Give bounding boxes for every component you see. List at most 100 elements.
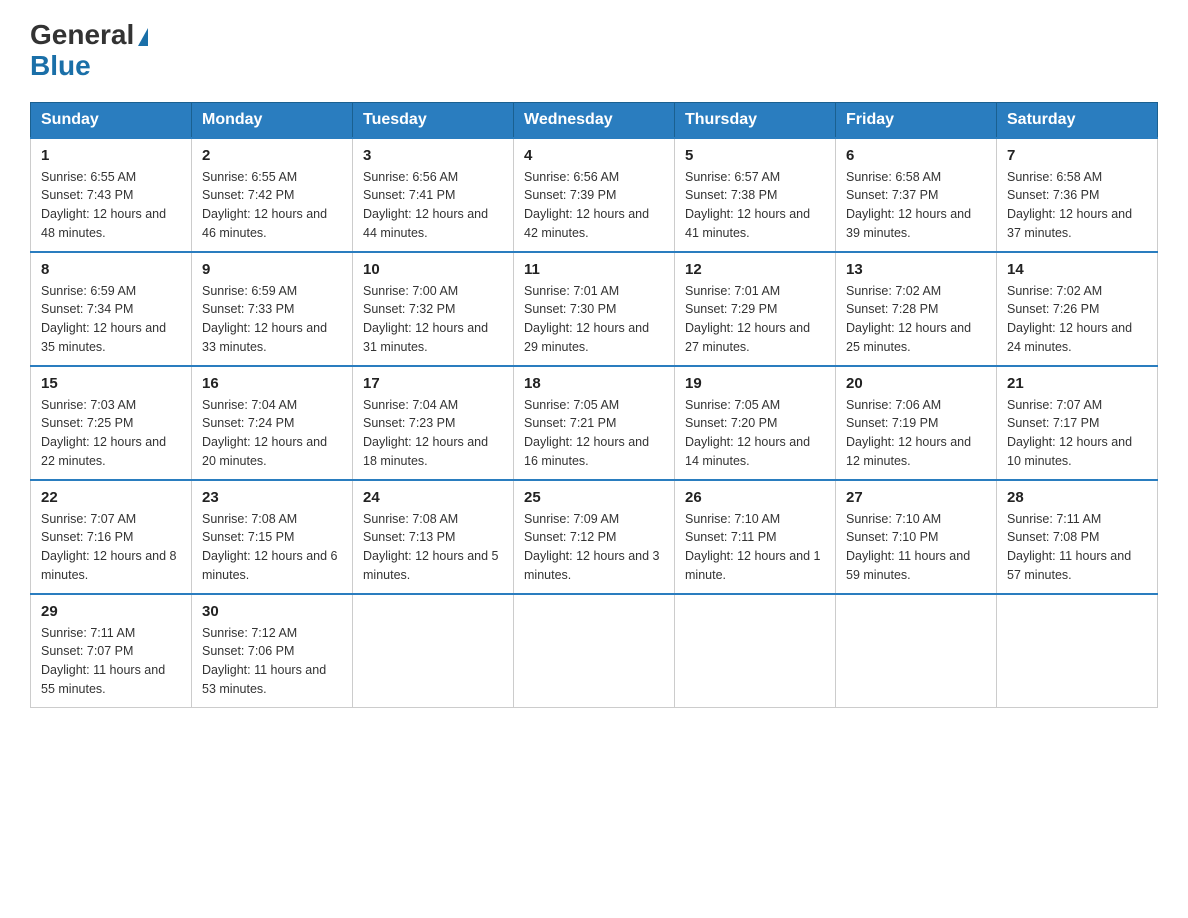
calendar-week-row: 15 Sunrise: 7:03 AMSunset: 7:25 PMDayligh… <box>31 366 1158 480</box>
day-of-week-header: Monday <box>192 102 353 138</box>
day-info: Sunrise: 7:02 AMSunset: 7:26 PMDaylight:… <box>1007 282 1147 357</box>
calendar-day-cell: 3 Sunrise: 6:56 AMSunset: 7:41 PMDaylight… <box>353 138 514 252</box>
day-info: Sunrise: 6:56 AMSunset: 7:41 PMDaylight:… <box>363 168 503 243</box>
day-number: 8 <box>41 261 181 278</box>
calendar-day-cell <box>675 594 836 708</box>
calendar-day-cell: 20 Sunrise: 7:06 AMSunset: 7:19 PMDayligh… <box>836 366 997 480</box>
calendar-day-cell: 21Sunrise: 7:07 AMSunset: 7:17 PMDayligh… <box>997 366 1158 480</box>
logo-triangle-icon <box>138 28 148 46</box>
calendar-day-cell: 12 Sunrise: 7:01 AMSunset: 7:29 PMDayligh… <box>675 252 836 366</box>
day-number: 9 <box>202 261 342 278</box>
day-of-week-header: Friday <box>836 102 997 138</box>
calendar-day-cell <box>353 594 514 708</box>
calendar-day-cell: 7Sunrise: 6:58 AMSunset: 7:36 PMDaylight… <box>997 138 1158 252</box>
day-number: 14 <box>1007 261 1147 278</box>
day-number: 24 <box>363 489 503 506</box>
calendar-week-row: 1Sunrise: 6:55 AMSunset: 7:43 PMDaylight… <box>31 138 1158 252</box>
day-info: Sunrise: 6:59 AMSunset: 7:34 PMDaylight:… <box>41 282 181 357</box>
calendar-day-cell: 1Sunrise: 6:55 AMSunset: 7:43 PMDaylight… <box>31 138 192 252</box>
logo-blue-text: Blue <box>30 51 148 82</box>
calendar-day-cell: 14 Sunrise: 7:02 AMSunset: 7:26 PMDayligh… <box>997 252 1158 366</box>
calendar-day-cell: 18 Sunrise: 7:05 AMSunset: 7:21 PMDayligh… <box>514 366 675 480</box>
calendar-day-cell: 11 Sunrise: 7:01 AMSunset: 7:30 PMDayligh… <box>514 252 675 366</box>
calendar-day-cell: 27 Sunrise: 7:10 AMSunset: 7:10 PMDayligh… <box>836 480 997 594</box>
day-info: Sunrise: 7:11 AMSunset: 7:07 PMDaylight:… <box>41 624 181 699</box>
day-info: Sunrise: 7:01 AMSunset: 7:30 PMDaylight:… <box>524 282 664 357</box>
calendar-day-cell <box>836 594 997 708</box>
calendar-day-cell: 19 Sunrise: 7:05 AMSunset: 7:20 PMDayligh… <box>675 366 836 480</box>
calendar-day-cell: 22 Sunrise: 7:07 AMSunset: 7:16 PMDayligh… <box>31 480 192 594</box>
day-info: Sunrise: 7:08 AMSunset: 7:15 PMDaylight:… <box>202 510 342 585</box>
calendar-table: SundayMondayTuesdayWednesdayThursdayFrid… <box>30 102 1158 708</box>
day-number: 26 <box>685 489 825 506</box>
day-number: 23 <box>202 489 342 506</box>
day-info: Sunrise: 7:00 AMSunset: 7:32 PMDaylight:… <box>363 282 503 357</box>
day-number: 22 <box>41 489 181 506</box>
day-info: Sunrise: 7:06 AMSunset: 7:19 PMDaylight:… <box>846 396 986 471</box>
calendar-day-cell: 9 Sunrise: 6:59 AMSunset: 7:33 PMDaylight… <box>192 252 353 366</box>
day-info: Sunrise: 7:05 AMSunset: 7:20 PMDaylight:… <box>685 396 825 471</box>
day-info: Sunrise: 6:58 AMSunset: 7:37 PMDaylight:… <box>846 168 986 243</box>
calendar-week-row: 29 Sunrise: 7:11 AMSunset: 7:07 PMDayligh… <box>31 594 1158 708</box>
day-number: 3 <box>363 147 503 164</box>
calendar-day-cell <box>997 594 1158 708</box>
day-number: 29 <box>41 603 181 620</box>
calendar-week-row: 22 Sunrise: 7:07 AMSunset: 7:16 PMDayligh… <box>31 480 1158 594</box>
day-info: Sunrise: 6:58 AMSunset: 7:36 PMDaylight:… <box>1007 168 1147 243</box>
day-info: Sunrise: 7:01 AMSunset: 7:29 PMDaylight:… <box>685 282 825 357</box>
day-number: 11 <box>524 261 664 278</box>
calendar-day-cell <box>514 594 675 708</box>
day-number: 28 <box>1007 489 1147 506</box>
day-number: 20 <box>846 375 986 392</box>
day-number: 19 <box>685 375 825 392</box>
calendar-day-cell: 29 Sunrise: 7:11 AMSunset: 7:07 PMDayligh… <box>31 594 192 708</box>
day-of-week-header: Wednesday <box>514 102 675 138</box>
logo: General Blue <box>30 20 148 82</box>
day-info: Sunrise: 7:07 AMSunset: 7:16 PMDaylight:… <box>41 510 181 585</box>
day-info: Sunrise: 7:03 AMSunset: 7:25 PMDaylight:… <box>41 396 181 471</box>
day-info: Sunrise: 6:55 AMSunset: 7:42 PMDaylight:… <box>202 168 342 243</box>
day-number: 30 <box>202 603 342 620</box>
day-number: 15 <box>41 375 181 392</box>
day-info: Sunrise: 7:11 AMSunset: 7:08 PMDaylight:… <box>1007 510 1147 585</box>
calendar-day-cell: 17 Sunrise: 7:04 AMSunset: 7:23 PMDayligh… <box>353 366 514 480</box>
calendar-day-cell: 25 Sunrise: 7:09 AMSunset: 7:12 PMDayligh… <box>514 480 675 594</box>
day-number: 12 <box>685 261 825 278</box>
calendar-day-cell: 4Sunrise: 6:56 AMSunset: 7:39 PMDaylight… <box>514 138 675 252</box>
day-info: Sunrise: 6:56 AMSunset: 7:39 PMDaylight:… <box>524 168 664 243</box>
day-info: Sunrise: 7:05 AMSunset: 7:21 PMDaylight:… <box>524 396 664 471</box>
calendar-day-cell: 30 Sunrise: 7:12 AMSunset: 7:06 PMDayligh… <box>192 594 353 708</box>
day-info: Sunrise: 7:12 AMSunset: 7:06 PMDaylight:… <box>202 624 342 699</box>
day-info: Sunrise: 6:57 AMSunset: 7:38 PMDaylight:… <box>685 168 825 243</box>
day-of-week-header: Saturday <box>997 102 1158 138</box>
page-header: General Blue <box>30 20 1158 82</box>
day-number: 25 <box>524 489 664 506</box>
day-number: 18 <box>524 375 664 392</box>
calendar-day-cell: 8 Sunrise: 6:59 AMSunset: 7:34 PMDaylight… <box>31 252 192 366</box>
day-info: Sunrise: 7:04 AMSunset: 7:24 PMDaylight:… <box>202 396 342 471</box>
day-info: Sunrise: 7:10 AMSunset: 7:10 PMDaylight:… <box>846 510 986 585</box>
calendar-week-row: 8 Sunrise: 6:59 AMSunset: 7:34 PMDaylight… <box>31 252 1158 366</box>
day-info: Sunrise: 7:10 AMSunset: 7:11 PMDaylight:… <box>685 510 825 585</box>
calendar-day-cell: 24 Sunrise: 7:08 AMSunset: 7:13 PMDayligh… <box>353 480 514 594</box>
calendar-header-row: SundayMondayTuesdayWednesdayThursdayFrid… <box>31 102 1158 138</box>
day-number: 21 <box>1007 375 1147 392</box>
day-info: Sunrise: 7:02 AMSunset: 7:28 PMDaylight:… <box>846 282 986 357</box>
calendar-day-cell: 13 Sunrise: 7:02 AMSunset: 7:28 PMDayligh… <box>836 252 997 366</box>
day-number: 13 <box>846 261 986 278</box>
calendar-day-cell: 23 Sunrise: 7:08 AMSunset: 7:15 PMDayligh… <box>192 480 353 594</box>
calendar-day-cell: 15 Sunrise: 7:03 AMSunset: 7:25 PMDayligh… <box>31 366 192 480</box>
day-info: Sunrise: 6:59 AMSunset: 7:33 PMDaylight:… <box>202 282 342 357</box>
day-info: Sunrise: 7:09 AMSunset: 7:12 PMDaylight:… <box>524 510 664 585</box>
calendar-day-cell: 2Sunrise: 6:55 AMSunset: 7:42 PMDaylight… <box>192 138 353 252</box>
day-of-week-header: Tuesday <box>353 102 514 138</box>
calendar-day-cell: 10 Sunrise: 7:00 AMSunset: 7:32 PMDayligh… <box>353 252 514 366</box>
day-number: 6 <box>846 147 986 164</box>
day-number: 16 <box>202 375 342 392</box>
day-info: Sunrise: 7:04 AMSunset: 7:23 PMDaylight:… <box>363 396 503 471</box>
day-info: Sunrise: 7:08 AMSunset: 7:13 PMDaylight:… <box>363 510 503 585</box>
day-number: 10 <box>363 261 503 278</box>
calendar-day-cell: 28 Sunrise: 7:11 AMSunset: 7:08 PMDayligh… <box>997 480 1158 594</box>
day-number: 27 <box>846 489 986 506</box>
day-number: 17 <box>363 375 503 392</box>
